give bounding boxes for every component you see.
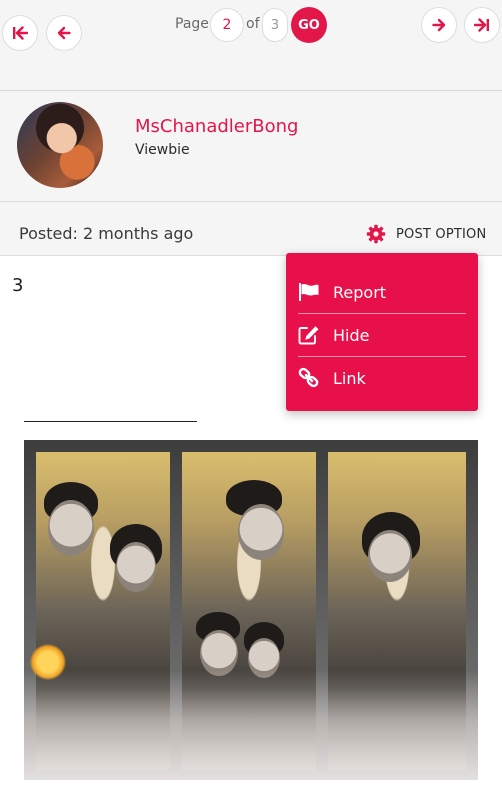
next-page-button[interactable] <box>421 7 457 43</box>
avatar[interactable] <box>17 102 103 188</box>
author-profile: MsChanadlerBong Viewbie <box>0 91 502 202</box>
flag-icon <box>298 281 320 303</box>
username-link[interactable]: MsChanadlerBong <box>135 116 298 137</box>
menu-item-hide[interactable]: Hide <box>298 314 466 356</box>
post-image[interactable] <box>24 440 478 780</box>
first-page-button[interactable] <box>2 15 38 51</box>
link-icon <box>298 367 320 389</box>
arrow-left-icon <box>57 26 71 40</box>
arrow-right-icon <box>432 18 446 32</box>
menu-item-label: Hide <box>333 325 370 345</box>
divider-line <box>24 421 197 422</box>
edit-icon <box>298 324 320 346</box>
page-label: Page <box>175 16 209 32</box>
page-number-input[interactable] <box>210 8 244 42</box>
posted-time: Posted: 2 months ago <box>19 224 194 243</box>
total-pages: 3 <box>262 8 288 42</box>
menu-item-label: Link <box>333 368 366 388</box>
post-option-label: POST OPTION <box>396 226 487 242</box>
total-pages-value: 3 <box>270 17 280 33</box>
last-page-button[interactable] <box>464 7 500 43</box>
menu-item-link[interactable]: Link <box>298 357 466 399</box>
first-page-icon <box>13 26 28 40</box>
pagination-bar: Page of 3 GO <box>0 0 502 91</box>
menu-item-label: Report <box>333 282 387 302</box>
post-body-text: 3 <box>12 275 24 296</box>
user-rank: Viewbie <box>135 142 190 158</box>
post-option-menu: Report Hide Link <box>286 253 478 411</box>
gear-icon <box>366 224 386 244</box>
menu-item-report[interactable]: Report <box>298 271 466 313</box>
prev-page-button[interactable] <box>46 15 82 51</box>
go-button[interactable]: GO <box>291 7 327 43</box>
post-meta-row: Posted: 2 months ago POST OPTION <box>0 202 502 256</box>
post-option-button[interactable]: POST OPTION <box>366 223 486 245</box>
of-label: of <box>246 16 260 32</box>
last-page-icon <box>474 18 489 32</box>
